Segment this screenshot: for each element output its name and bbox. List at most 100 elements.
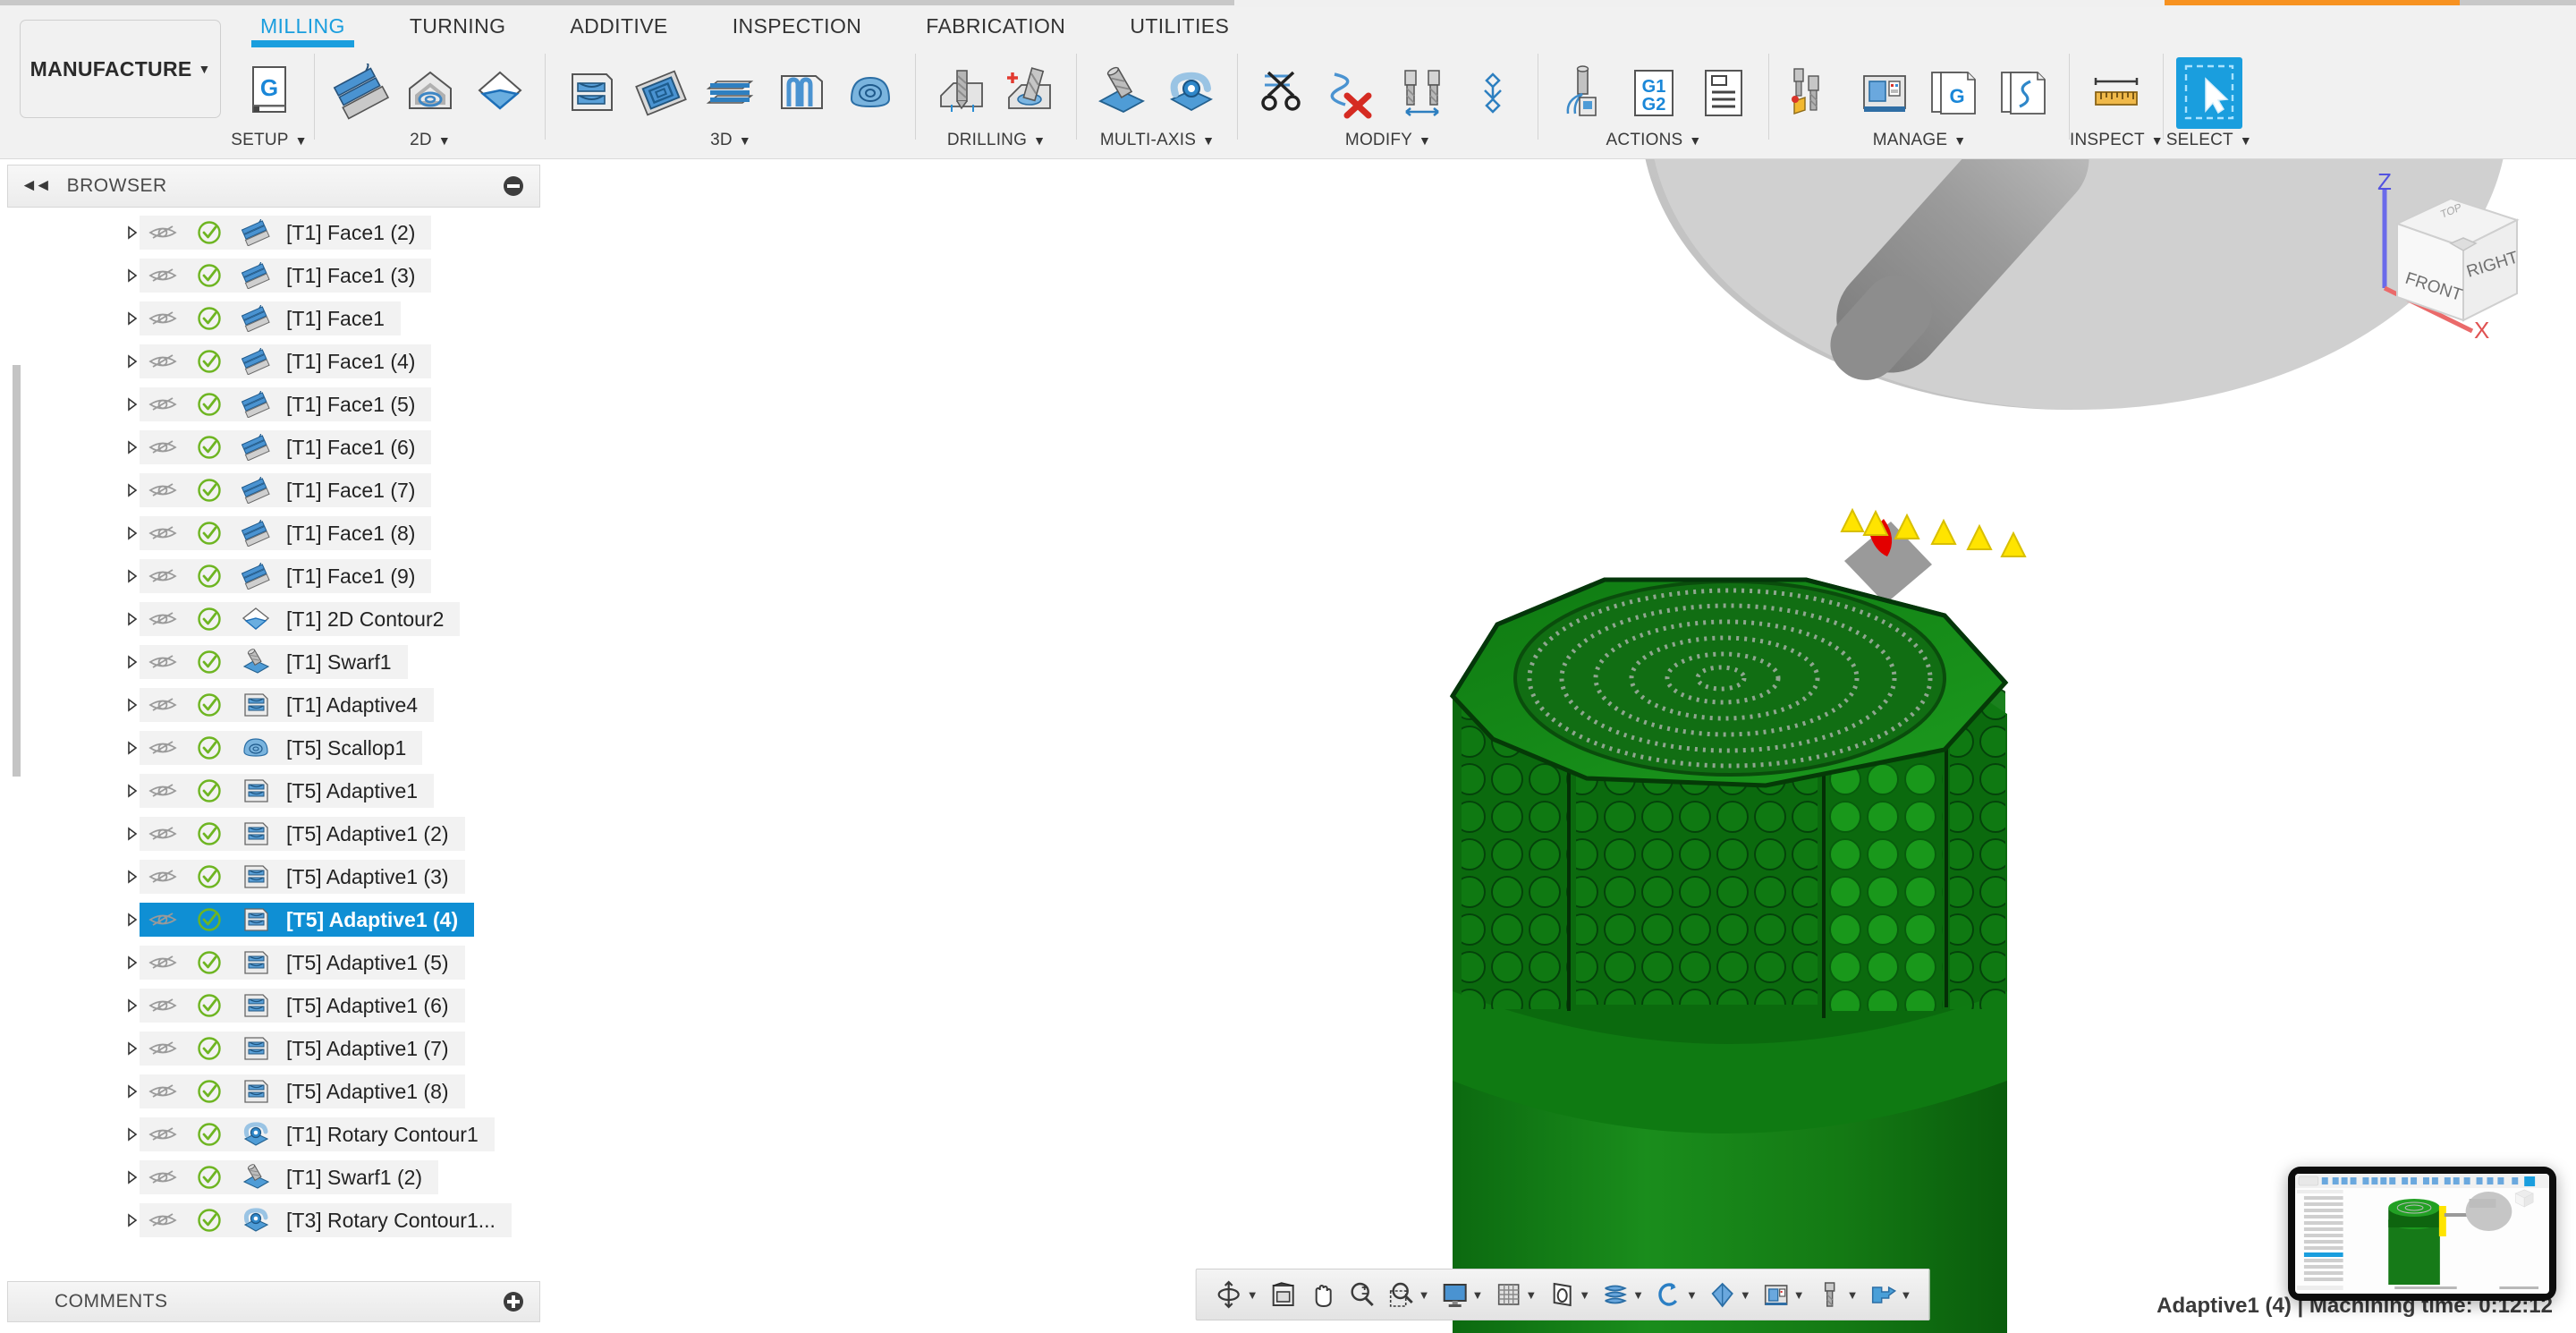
valid-check-icon[interactable] — [186, 219, 233, 246]
visibility-off-icon[interactable] — [140, 264, 186, 287]
group-label-2d[interactable]: 2D ▼ — [410, 131, 451, 150]
picture-in-picture-thumbnail[interactable] — [2288, 1167, 2556, 1301]
tab-additive[interactable]: ADDITIVE — [538, 9, 699, 42]
valid-check-icon[interactable] — [186, 1207, 233, 1234]
tree-row-body[interactable]: [T5] Adaptive1 (7) — [140, 1032, 465, 1066]
valid-check-icon[interactable] — [186, 434, 233, 461]
visibility-off-icon[interactable] — [140, 350, 186, 373]
expand-arrow-icon[interactable] — [125, 1083, 140, 1100]
tab-fabrication[interactable]: FABRICATION — [894, 9, 1097, 42]
visibility-off-icon[interactable] — [140, 908, 186, 931]
tree-row-body[interactable]: [T1] Rotary Contour1 — [140, 1117, 495, 1151]
visibility-off-icon[interactable] — [140, 822, 186, 845]
face-icon[interactable] — [327, 57, 394, 129]
group-label-select[interactable]: SELECT ▼ — [2166, 131, 2252, 150]
expand-arrow-icon[interactable] — [125, 225, 140, 241]
visibility-off-icon[interactable] — [140, 221, 186, 244]
manual-ncprobe-icon[interactable] — [1460, 57, 1526, 129]
valid-check-icon[interactable] — [186, 305, 233, 332]
valid-check-icon[interactable] — [186, 1078, 233, 1105]
expand-arrow-icon[interactable] — [125, 998, 140, 1014]
tree-row-body[interactable]: [T1] Face1 — [140, 301, 401, 335]
valid-check-icon[interactable] — [186, 391, 233, 418]
tree-row-body[interactable]: [T1] Face1 (6) — [140, 430, 432, 464]
expand-arrow-icon[interactable] — [125, 611, 140, 627]
tree-row-body[interactable]: [T1] Face1 (3) — [140, 259, 432, 293]
delete-toolpath-icon[interactable] — [1320, 57, 1386, 129]
visibility-off-icon[interactable] — [140, 779, 186, 802]
tree-row-body[interactable]: [T1] Adaptive4 — [140, 688, 435, 722]
workspace-switcher[interactable]: MANUFACTURE ▼ — [20, 20, 221, 118]
valid-check-icon[interactable] — [186, 692, 233, 718]
visibility-off-icon[interactable] — [140, 994, 186, 1017]
expand-arrow-icon[interactable] — [125, 697, 140, 713]
valid-check-icon[interactable] — [186, 906, 233, 933]
tool-change-icon[interactable] — [1390, 57, 1456, 129]
group-label-3d[interactable]: 3D ▼ — [710, 131, 751, 150]
tab-milling[interactable]: MILLING — [228, 9, 377, 47]
tree-row-body[interactable]: [T5] Adaptive1 (4) — [140, 903, 475, 937]
tree-row[interactable]: [T5] Adaptive1 (8) — [0, 1070, 549, 1113]
expand-arrow-icon[interactable] — [125, 869, 140, 885]
group-label-inspect[interactable]: INSPECT ▼ — [2070, 131, 2164, 150]
contour-2d-icon[interactable] — [467, 57, 533, 129]
valid-check-icon[interactable] — [186, 606, 233, 633]
select-cursor-icon[interactable] — [2175, 57, 2242, 129]
group-label-setup[interactable]: SETUP ▼ — [231, 131, 307, 150]
stock-visibility-icon[interactable]: ▼ — [1597, 1274, 1648, 1315]
visibility-off-icon[interactable] — [140, 951, 186, 974]
expand-arrow-icon[interactable] — [125, 310, 140, 327]
tab-turning[interactable]: TURNING — [377, 9, 538, 42]
setup-sheet-icon[interactable] — [1690, 57, 1757, 129]
group-label-drilling[interactable]: DRILLING ▼ — [947, 131, 1046, 150]
display-settings-icon[interactable]: ▼ — [1436, 1274, 1487, 1315]
expand-arrow-icon[interactable] — [125, 1040, 140, 1057]
trim-icon[interactable] — [1250, 57, 1317, 129]
orbit-icon[interactable]: ▼ — [1209, 1274, 1263, 1315]
tree-row[interactable]: [T1] Swarf1 — [0, 641, 549, 683]
tree-row-body[interactable]: [T5] Adaptive1 (3) — [140, 860, 465, 894]
visibility-off-icon[interactable] — [140, 693, 186, 717]
tree-row[interactable]: [T1] Face1 (8) — [0, 512, 549, 555]
tree-row[interactable]: [T5] Adaptive1 (4) — [0, 898, 549, 941]
expand-arrow-icon[interactable] — [125, 654, 140, 670]
tree-row-body[interactable]: [T1] Face1 (7) — [140, 473, 432, 507]
tree-row[interactable]: [T1] Adaptive4 — [0, 683, 549, 726]
tree-row[interactable]: [T1] Swarf1 (2) — [0, 1156, 549, 1199]
visibility-off-icon[interactable] — [140, 1209, 186, 1232]
visibility-off-icon[interactable] — [140, 736, 186, 760]
plus-circle-icon[interactable] — [504, 1292, 523, 1312]
valid-check-icon[interactable] — [186, 820, 233, 847]
valid-check-icon[interactable] — [186, 734, 233, 761]
post-library-icon[interactable]: G — [1921, 57, 1987, 129]
look-at-icon[interactable] — [1265, 1274, 1302, 1315]
g1g2-post-icon[interactable]: G1 G2 — [1621, 57, 1687, 129]
tree-row-body[interactable]: [T1] Swarf1 (2) — [140, 1160, 439, 1194]
tree-row[interactable]: [T1] 2D Contour2 — [0, 598, 549, 641]
viewports-icon[interactable]: ▼ — [1543, 1274, 1595, 1315]
expand-arrow-icon[interactable] — [125, 353, 140, 369]
expand-arrow-icon[interactable] — [125, 396, 140, 412]
tool-view-icon[interactable]: ▼ — [1811, 1274, 1863, 1315]
tree-row-body[interactable]: [T1] Face1 (9) — [140, 559, 432, 593]
grid-snap-icon[interactable]: ▼ — [1489, 1274, 1541, 1315]
expand-arrow-icon[interactable] — [125, 482, 140, 498]
expand-arrow-icon[interactable] — [125, 1212, 140, 1228]
visibility-off-icon[interactable] — [140, 865, 186, 888]
tree-row-body[interactable]: [T3] Rotary Contour1... — [140, 1203, 512, 1237]
contour-3d-icon[interactable] — [767, 57, 834, 129]
tree-row[interactable]: [T5] Scallop1 — [0, 726, 549, 769]
measure-icon[interactable] — [2083, 57, 2149, 129]
tree-row-body[interactable]: [T5] Adaptive1 (8) — [140, 1074, 465, 1108]
tree-row[interactable]: [T1] Face1 (2) — [0, 211, 549, 254]
visibility-off-icon[interactable] — [140, 479, 186, 502]
tree-row[interactable]: [T1] Face1 (6) — [0, 426, 549, 469]
tree-row[interactable]: [T5] Adaptive1 (3) — [0, 855, 549, 898]
tree-row-body[interactable]: [T5] Adaptive1 (6) — [140, 989, 465, 1023]
valid-check-icon[interactable] — [186, 649, 233, 675]
zoom-icon[interactable] — [1343, 1274, 1381, 1315]
tree-row[interactable]: [T1] Face1 (5) — [0, 383, 549, 426]
visibility-off-icon[interactable] — [140, 522, 186, 545]
tree-row[interactable]: [T5] Adaptive1 — [0, 769, 549, 812]
group-label-modify[interactable]: MODIFY ▼ — [1345, 131, 1431, 150]
